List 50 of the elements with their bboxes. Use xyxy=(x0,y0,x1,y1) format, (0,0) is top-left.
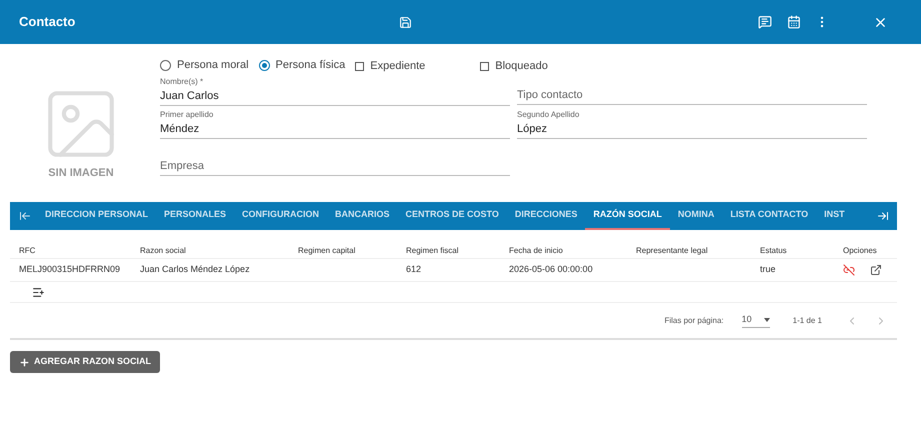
tab[interactable]: PERSONALES xyxy=(156,202,234,230)
tab[interactable]: BANCARIOS xyxy=(327,202,398,230)
scroll-left-icon[interactable] xyxy=(19,210,31,222)
window-title: Contacto xyxy=(19,13,76,32)
tab[interactable]: RAZÓN SOCIAL xyxy=(585,202,670,230)
column-header: Estatus xyxy=(760,246,787,255)
field-label: Primer apellido xyxy=(160,109,214,121)
rows-per-page-label: Filas por página: xyxy=(664,314,724,326)
column-header: Representante legal xyxy=(636,246,708,255)
table-cell: 2026-05-06 00:00:00 xyxy=(509,264,593,274)
field-label: Segundo Apellido xyxy=(517,109,580,121)
tab[interactable]: LISTA CONTACTO xyxy=(722,202,816,230)
tab[interactable]: INST xyxy=(816,202,853,230)
input-field[interactable]: Méndez xyxy=(160,121,510,139)
table-cell: MELJ900315HDFRRN09 xyxy=(19,264,120,274)
image-caption: SIN IMAGEN xyxy=(48,166,114,181)
tab[interactable]: NOMINA xyxy=(670,202,722,230)
input-field[interactable]: López xyxy=(517,121,867,139)
column-header: Razon social xyxy=(140,246,186,255)
open-icon[interactable] xyxy=(870,264,882,276)
column-header: Regimen capital xyxy=(298,246,356,255)
rows-per-page-select[interactable]: 10 xyxy=(742,313,770,328)
input-field[interactable]: Tipo contacto xyxy=(517,87,867,105)
calendar-icon[interactable] xyxy=(787,15,801,29)
radio-option[interactable]: Persona física xyxy=(258,56,346,74)
input-field[interactable]: Juan Carlos xyxy=(160,88,510,106)
add-button[interactable]: AGREGAR RAZON SOCIAL xyxy=(10,351,160,373)
plus-icon xyxy=(19,356,30,368)
checkbox-option[interactable]: Bloqueado xyxy=(480,58,548,74)
table-cell: true xyxy=(760,264,776,274)
scroll-right-icon[interactable] xyxy=(877,210,889,222)
input-field[interactable]: Empresa xyxy=(160,158,510,176)
tab[interactable]: DIRECCIONES xyxy=(506,202,586,230)
tab[interactable]: CONFIGURACION xyxy=(234,202,328,230)
checkbox-option[interactable]: Expediente xyxy=(355,58,480,74)
tab[interactable]: DIRECCION PERSONAL xyxy=(37,202,156,230)
page-range: 1-1 de 1 xyxy=(792,314,822,326)
column-header: Regimen fiscal xyxy=(406,246,458,255)
column-header: Opciones xyxy=(843,246,877,255)
comment-icon[interactable] xyxy=(758,15,772,29)
column-header: RFC xyxy=(19,246,36,255)
table-cell: 612 xyxy=(406,264,422,274)
unlink-icon[interactable] xyxy=(843,264,855,276)
table-cell: Juan Carlos Méndez López xyxy=(140,264,250,274)
radio-option[interactable]: Persona moral xyxy=(160,56,249,74)
add-row-icon[interactable] xyxy=(32,286,45,298)
field-label: Nombre(s) * xyxy=(160,76,204,88)
save-icon[interactable] xyxy=(399,16,412,28)
column-header: Fecha de inicio xyxy=(509,246,563,255)
tab[interactable]: CENTROS DE COSTO xyxy=(398,202,507,230)
